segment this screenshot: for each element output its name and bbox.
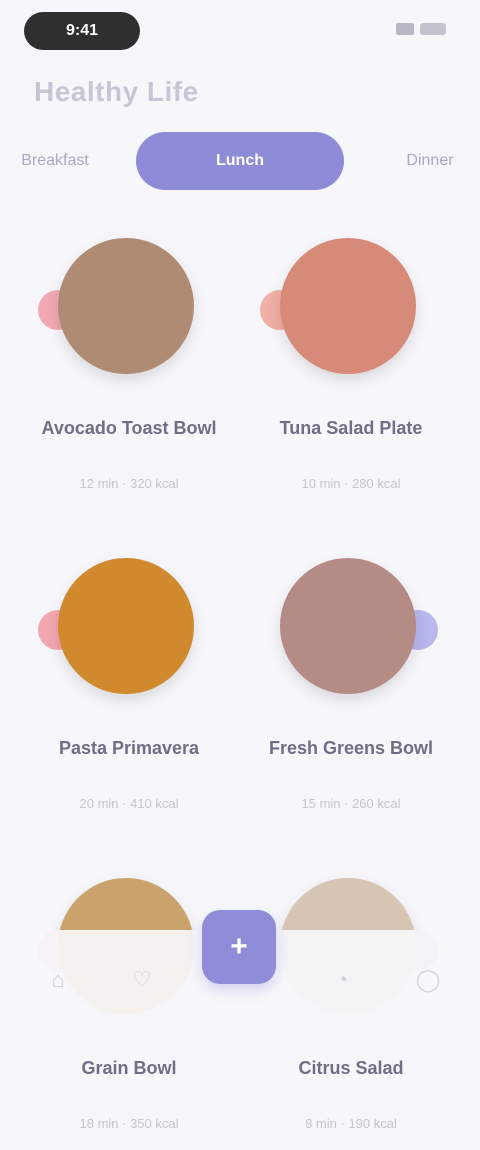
- tab-lunch[interactable]: Lunch: [136, 132, 344, 190]
- dish-plate: [58, 558, 194, 694]
- bell-icon[interactable]: ◔: [312, 950, 372, 1010]
- tab-dinner[interactable]: Dinner: [360, 132, 480, 190]
- dish-plate: [280, 558, 416, 694]
- dish-card-pasta[interactable]: Pasta Primavera 20 min · 410 kcal: [24, 530, 234, 830]
- dish-name: Avocado Toast Bowl: [41, 418, 217, 438]
- heart-icon[interactable]: ♡: [112, 950, 172, 1010]
- page-title: Healthy Life: [34, 76, 199, 107]
- bottom-navigation: ⌂ ♡ + ◔ ◯: [0, 910, 480, 1040]
- dish-plate: [58, 238, 194, 374]
- dish-meta: 12 min · 320 kcal: [79, 476, 179, 491]
- dish-image: [38, 228, 228, 388]
- dish-name: Citrus Salad: [298, 1058, 404, 1078]
- user-icon[interactable]: ◯: [398, 950, 458, 1010]
- dish-name: Tuna Salad Plate: [279, 418, 423, 438]
- time-display: 9:41: [24, 12, 140, 50]
- dish-meta: 8 min · 190 kcal: [305, 1116, 397, 1131]
- dish-meta: 20 min · 410 kcal: [79, 796, 179, 811]
- home-icon[interactable]: ⌂: [28, 950, 88, 1010]
- dish-plate: [280, 238, 416, 374]
- dish-image: [38, 548, 228, 708]
- dish-name: Pasta Primavera: [58, 738, 200, 758]
- dish-card-avocado[interactable]: Avocado Toast Bowl 12 min · 320 kcal: [24, 210, 234, 510]
- dish-image: [260, 228, 450, 388]
- status-icons: [382, 18, 446, 40]
- dish-card-tuna[interactable]: Tuna Salad Plate 10 min · 280 kcal: [246, 210, 456, 510]
- battery-icon: [420, 23, 446, 35]
- dish-meta: 18 min · 350 kcal: [79, 1116, 179, 1131]
- dish-grid: Avocado Toast Bowl 12 min · 320 kcal Tun…: [0, 210, 480, 1131]
- tab-breakfast[interactable]: Breakfast: [0, 132, 120, 190]
- dish-card-greens[interactable]: Fresh Greens Bowl 15 min · 260 kcal: [246, 530, 456, 830]
- dish-image: [260, 548, 450, 708]
- dish-meta: 10 min · 280 kcal: [301, 476, 401, 491]
- status-bar: 9:41: [0, 0, 480, 64]
- dish-name: Fresh Greens Bowl: [268, 738, 434, 758]
- meal-tabs: Breakfast Lunch Dinner: [0, 132, 480, 192]
- signal-icon: [396, 23, 414, 35]
- plus-icon[interactable]: +: [202, 910, 276, 984]
- dish-meta: 15 min · 260 kcal: [301, 796, 401, 811]
- dish-name: Grain Bowl: [81, 1058, 177, 1078]
